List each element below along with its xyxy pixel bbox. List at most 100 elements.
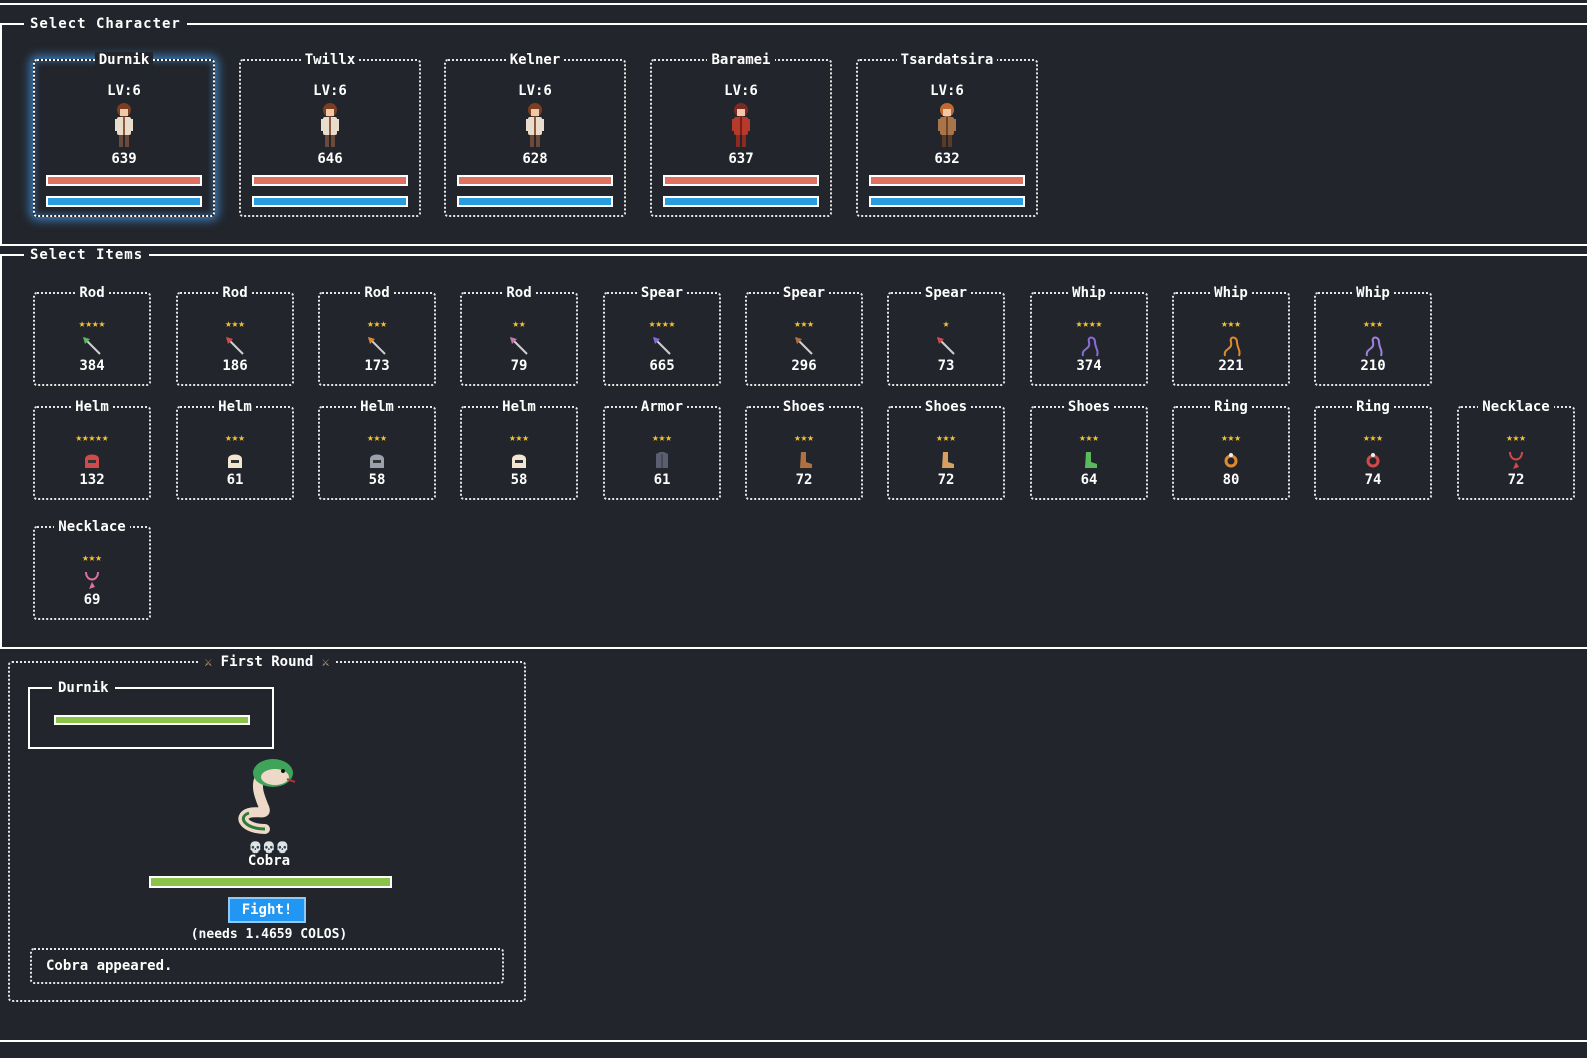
character-name: Twillx	[241, 52, 419, 68]
pink-necklace-icon	[78, 568, 106, 592]
battle-title: First Round	[220, 654, 314, 670]
item-card-whip[interactable]: Whip ★★★ 210	[1314, 285, 1432, 386]
character-power: 646	[317, 151, 343, 167]
red-ring-icon	[1359, 448, 1387, 472]
character-hp-fill	[48, 177, 200, 184]
item-value: 74	[1364, 472, 1382, 488]
item-value: 69	[83, 592, 101, 608]
character-hp-fill	[871, 177, 1023, 184]
item-rarity-stars-icon: ★★	[512, 317, 526, 330]
character-mp-bar	[252, 196, 408, 207]
red-robe-sprite-icon	[728, 101, 754, 155]
character-level: LV:6	[518, 83, 552, 99]
violet-whip-icon	[1359, 334, 1387, 358]
item-value: 64	[1080, 472, 1098, 488]
item-rarity-stars-icon: ★★★	[367, 317, 387, 330]
character-name: Tsardatsira	[858, 52, 1036, 68]
item-value: 79	[510, 358, 528, 374]
item-name: Helm	[462, 399, 576, 415]
brown-hair-coat-sprite-icon	[317, 101, 343, 155]
character-power: 632	[934, 151, 960, 167]
character-hp-bar	[457, 175, 613, 186]
item-value: 72	[1507, 472, 1525, 488]
item-value: 296	[791, 358, 817, 374]
player-health-fill	[56, 717, 248, 723]
item-card-rod[interactable]: Rod ★★ 79	[460, 285, 578, 386]
character-hp-bar	[46, 175, 202, 186]
dark-armor-icon	[648, 448, 676, 472]
item-name: Necklace	[35, 519, 149, 535]
item-rarity-stars-icon: ★★★	[794, 431, 814, 444]
item-card-spear[interactable]: Spear ★ 73	[887, 285, 1005, 386]
item-card-helm[interactable]: Helm ★★★ 58	[318, 399, 436, 500]
item-value: 186	[222, 358, 248, 374]
item-value: 173	[364, 358, 390, 374]
item-card-helm[interactable]: Helm ★★★ 58	[460, 399, 578, 500]
item-value: 61	[226, 472, 244, 488]
item-name: Whip	[1316, 285, 1430, 301]
item-card-rod[interactable]: Rod ★★★ 186	[176, 285, 294, 386]
item-card-spear[interactable]: Spear ★★★ 296	[745, 285, 863, 386]
fight-button[interactable]: Fight!	[228, 897, 306, 923]
character-card-twillx[interactable]: Twillx LV:6 646	[239, 52, 421, 217]
mace-rod-icon	[505, 334, 533, 358]
purple-whip-icon	[1075, 334, 1103, 358]
item-card-helm[interactable]: Helm ★★★ 61	[176, 399, 294, 500]
character-power: 639	[111, 151, 137, 167]
item-rarity-stars-icon: ★★★★	[648, 317, 676, 330]
character-hp-bar	[252, 175, 408, 186]
item-rarity-stars-icon: ★★★	[1079, 431, 1099, 444]
character-card-baramei[interactable]: Baramei LV:6 637	[650, 52, 832, 217]
item-card-necklace[interactable]: Necklace ★★★ 69	[33, 519, 151, 620]
character-power: 637	[728, 151, 754, 167]
item-card-ring[interactable]: Ring ★★★ 80	[1172, 399, 1290, 500]
item-card-helm[interactable]: Helm ★★★★★ 132	[33, 399, 151, 500]
brown-spear-icon	[790, 334, 818, 358]
item-rarity-stars-icon: ★★★	[367, 431, 387, 444]
item-value: 384	[79, 358, 105, 374]
character-mp-bar	[869, 196, 1025, 207]
green-shoe-icon	[1075, 448, 1103, 472]
item-name: Helm	[35, 399, 149, 415]
character-hp-bar	[869, 175, 1025, 186]
character-name: Kelner	[446, 52, 624, 68]
enemy-name: Cobra	[247, 853, 291, 869]
item-name: Helm	[320, 399, 434, 415]
white-helm-icon	[221, 448, 249, 472]
item-card-rod[interactable]: Rod ★★★ 173	[318, 285, 436, 386]
item-value: 61	[653, 472, 671, 488]
character-name: Durnik	[35, 52, 213, 68]
character-card-tsardatsira[interactable]: Tsardatsira LV:6 632	[856, 52, 1038, 217]
item-card-shoes[interactable]: Shoes ★★★ 72	[887, 399, 1005, 500]
white-helm-icon	[505, 448, 533, 472]
character-section-title: Select Character	[24, 16, 187, 32]
item-name: Helm	[178, 399, 292, 415]
character-mp-fill	[871, 198, 1023, 205]
character-level: LV:6	[724, 83, 758, 99]
character-mp-fill	[48, 198, 200, 205]
item-card-rod[interactable]: Rod ★★★★ 384	[33, 285, 151, 386]
top-border	[0, 3, 1587, 5]
item-card-shoes[interactable]: Shoes ★★★ 64	[1030, 399, 1148, 500]
item-card-shoes[interactable]: Shoes ★★★ 72	[745, 399, 863, 500]
item-name: Shoes	[747, 399, 861, 415]
character-card-kelner[interactable]: Kelner LV:6 628	[444, 52, 626, 217]
item-card-armor[interactable]: Armor ★★★ 61	[603, 399, 721, 500]
item-value: 210	[1360, 358, 1386, 374]
item-name: Rod	[35, 285, 149, 301]
character-card-durnik[interactable]: Durnik LV:6 639	[33, 52, 215, 217]
item-card-whip[interactable]: Whip ★★★★ 374	[1030, 285, 1148, 386]
character-level: LV:6	[107, 83, 141, 99]
item-name: Spear	[889, 285, 1003, 301]
item-rarity-stars-icon: ★★★★★	[75, 431, 109, 444]
item-name: Shoes	[1032, 399, 1146, 415]
item-rarity-stars-icon: ★★★	[509, 431, 529, 444]
enemy-health-bar	[149, 876, 392, 888]
item-card-ring[interactable]: Ring ★★★ 74	[1314, 399, 1432, 500]
item-card-necklace[interactable]: Necklace ★★★ 72	[1457, 399, 1575, 500]
item-rarity-stars-icon: ★★★	[794, 317, 814, 330]
item-card-whip[interactable]: Whip ★★★ 221	[1172, 285, 1290, 386]
character-hp-bar	[663, 175, 819, 186]
item-card-spear[interactable]: Spear ★★★★ 665	[603, 285, 721, 386]
item-rarity-stars-icon: ★★★	[1363, 317, 1383, 330]
